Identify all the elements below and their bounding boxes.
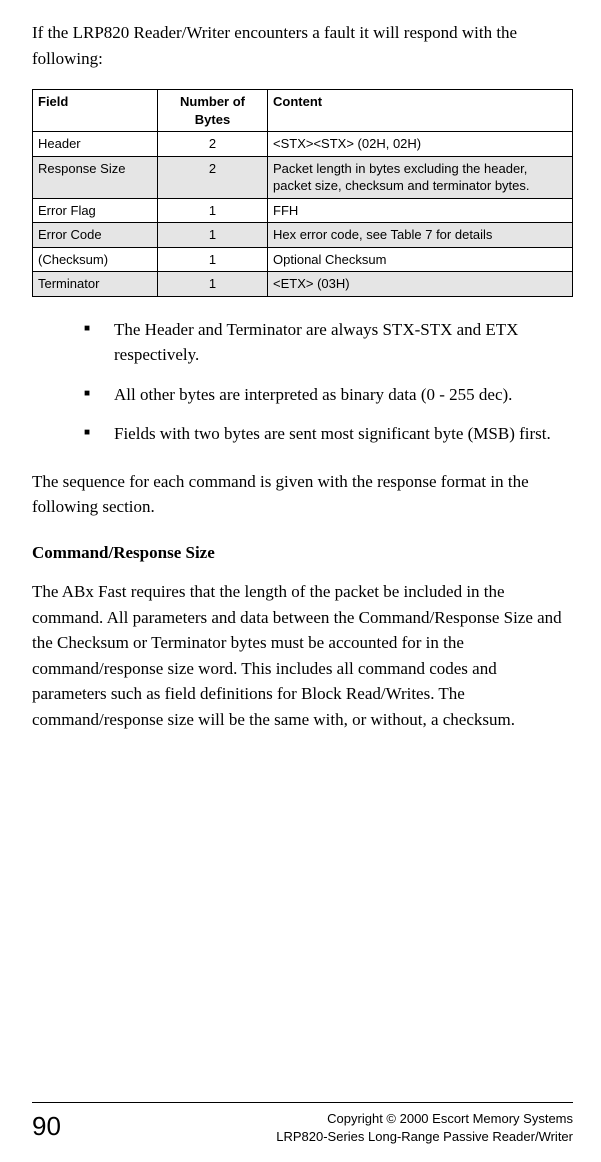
table-row: Error Code 1 Hex error code, see Table 7… — [33, 223, 573, 248]
table-row: Error Flag 1 FFH — [33, 198, 573, 223]
cell-content: Packet length in bytes excluding the hea… — [268, 156, 573, 198]
sequence-paragraph: The sequence for each command is given w… — [32, 469, 573, 520]
copyright-line: Copyright © 2000 Escort Memory Systems — [327, 1111, 573, 1126]
cell-content: Hex error code, see Table 7 for details — [268, 223, 573, 248]
cell-bytes: 2 — [158, 156, 268, 198]
table-row: Response Size 2 Packet length in bytes e… — [33, 156, 573, 198]
cell-content: <ETX> (03H) — [268, 272, 573, 297]
list-item: All other bytes are interpreted as binar… — [84, 382, 573, 408]
cell-content: Optional Checksum — [268, 247, 573, 272]
list-item: The Header and Terminator are always STX… — [84, 317, 573, 368]
intro-paragraph: If the LRP820 Reader/Writer encounters a… — [32, 20, 573, 71]
list-item: Fields with two bytes are sent most sign… — [84, 421, 573, 447]
cell-bytes: 1 — [158, 272, 268, 297]
table-row: (Checksum) 1 Optional Checksum — [33, 247, 573, 272]
body-paragraph: The ABx Fast requires that the length of… — [32, 579, 573, 732]
cell-bytes: 1 — [158, 223, 268, 248]
page-footer: 90 Copyright © 2000 Escort Memory System… — [32, 1102, 573, 1146]
cell-field: Header — [33, 132, 158, 157]
notes-list: The Header and Terminator are always STX… — [84, 317, 573, 447]
cell-bytes: 2 — [158, 132, 268, 157]
table-header-content: Content — [268, 90, 573, 132]
cell-field: Error Code — [33, 223, 158, 248]
cell-bytes: 1 — [158, 198, 268, 223]
cell-bytes: 1 — [158, 247, 268, 272]
table-header-bytes: Number of Bytes — [158, 90, 268, 132]
cell-field: Error Flag — [33, 198, 158, 223]
cell-field: (Checksum) — [33, 247, 158, 272]
table-row: Terminator 1 <ETX> (03H) — [33, 272, 573, 297]
table-header-field: Field — [33, 90, 158, 132]
section-heading: Command/Response Size — [32, 540, 573, 566]
cell-content: <STX><STX> (02H, 02H) — [268, 132, 573, 157]
footer-text: Copyright © 2000 Escort Memory Systems L… — [276, 1110, 573, 1145]
table-row: Header 2 <STX><STX> (02H, 02H) — [33, 132, 573, 157]
cell-field: Terminator — [33, 272, 158, 297]
fault-response-table: Field Number of Bytes Content Header 2 <… — [32, 89, 573, 297]
page-number: 90 — [32, 1107, 61, 1146]
cell-field: Response Size — [33, 156, 158, 198]
product-line: LRP820-Series Long-Range Passive Reader/… — [276, 1129, 573, 1144]
cell-content: FFH — [268, 198, 573, 223]
